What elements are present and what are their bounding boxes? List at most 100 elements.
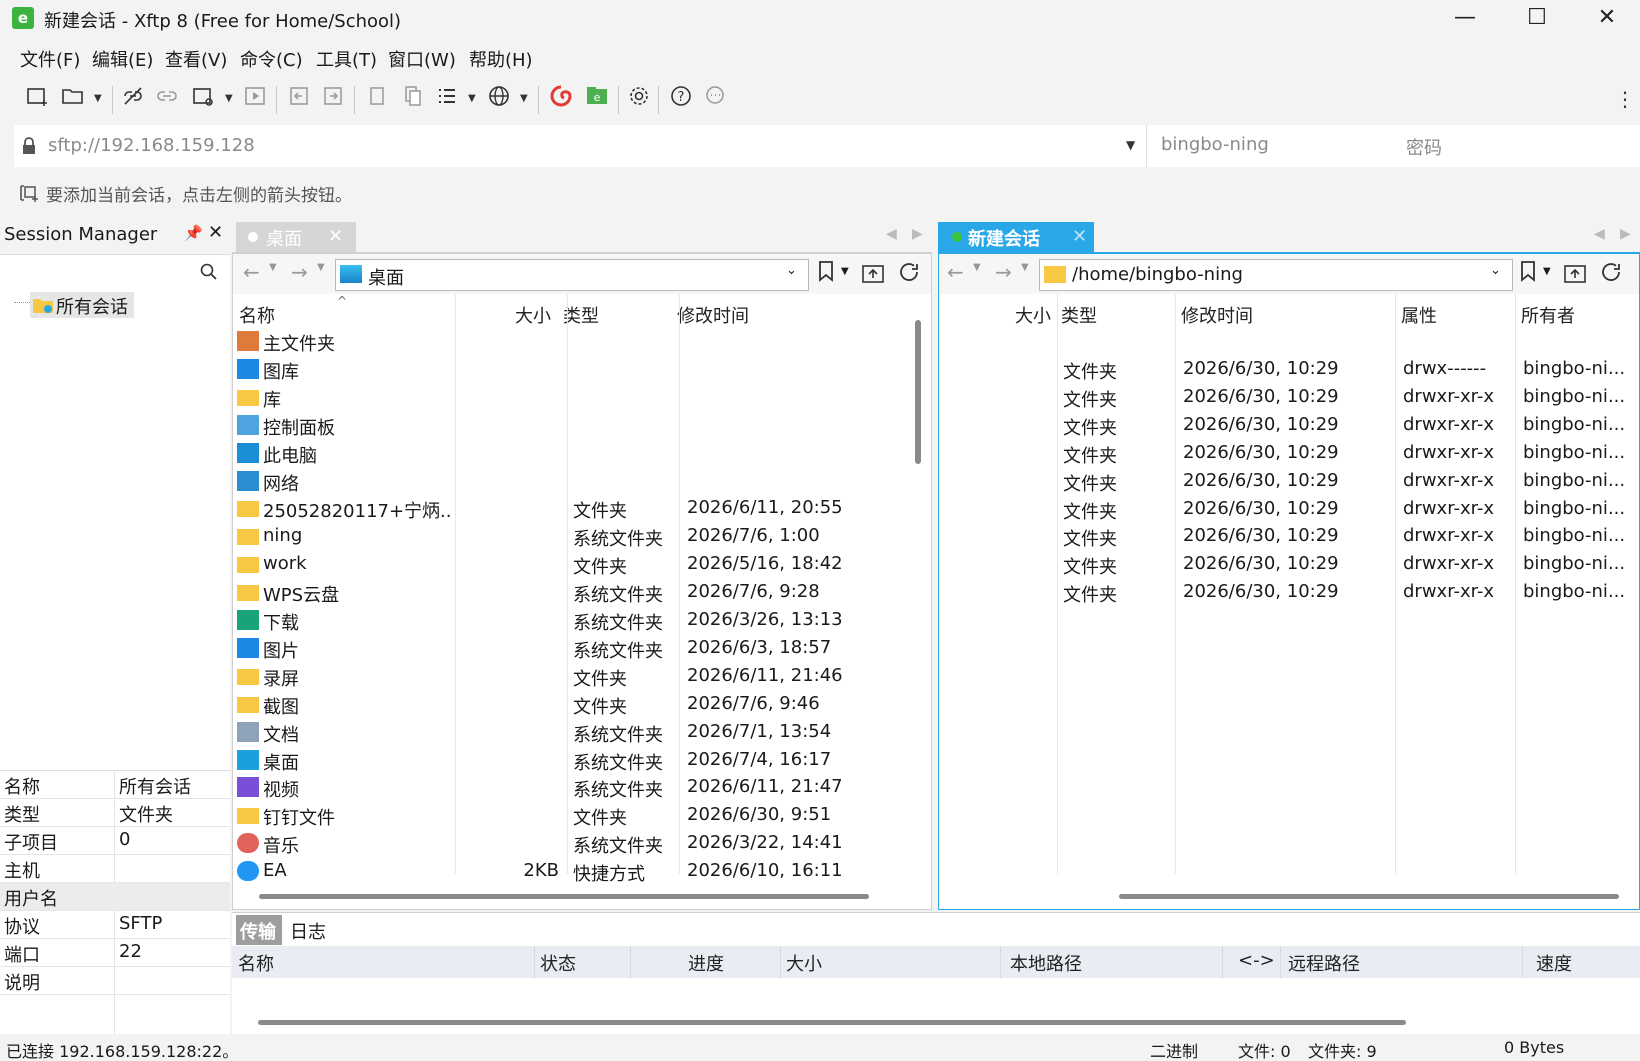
column-header-progress[interactable]: 进度	[688, 950, 724, 976]
list-view-icon[interactable]	[432, 84, 462, 114]
close-icon[interactable]: ✕	[208, 222, 223, 243]
column-header-type[interactable]: 类型	[563, 302, 599, 328]
vertical-scrollbar[interactable]	[915, 320, 921, 464]
table-row[interactable]: 图库	[233, 356, 909, 384]
column-header-speed[interactable]: 速度	[1536, 950, 1572, 976]
link-icon[interactable]	[152, 84, 182, 114]
table-row[interactable]: 此电脑	[233, 440, 909, 468]
table-row[interactable]: 控制面板	[233, 412, 909, 440]
chevron-down-icon[interactable]: ▼	[973, 262, 981, 273]
xshell-icon[interactable]	[546, 84, 576, 114]
table-row[interactable]: 文件夹 2026/6/30, 10:29 drwxr-xr-x bingbo-ni..…	[939, 440, 1639, 468]
tab-log[interactable]: 日志	[290, 918, 326, 944]
forward-arrow-icon[interactable]: →	[291, 260, 308, 284]
xftp-icon[interactable]: e	[582, 84, 612, 114]
table-row[interactable]: 视频 系统文件夹 2026/6/11, 21:47	[233, 774, 909, 802]
table-row[interactable]: 文件夹 2026/6/30, 10:29 drwxr-xr-x bingbo-ni..…	[939, 384, 1639, 412]
globe-icon[interactable]	[484, 84, 514, 114]
disconnect-icon[interactable]	[118, 84, 148, 114]
menu-view[interactable]: 查看(V)	[165, 46, 227, 72]
table-row[interactable]: 文件夹 2026/6/30, 10:29 drwxr-xr-x bingbo-ni..…	[939, 412, 1639, 440]
local-path-input[interactable]: 桌面 ⌄	[335, 259, 809, 291]
session-settings-icon[interactable]	[188, 84, 218, 114]
column-header-direction[interactable]: <->	[1238, 950, 1275, 971]
tab-scroll-left-icon[interactable]: ◀	[1594, 226, 1605, 242]
parent-folder-icon[interactable]	[1563, 262, 1587, 289]
minimize-button[interactable]: —	[1432, 0, 1498, 38]
column-header-size[interactable]: 大小	[1015, 302, 1051, 328]
chat-icon[interactable]	[700, 84, 730, 114]
chevron-down-icon[interactable]: ▼	[94, 84, 102, 114]
column-header-size[interactable]: 大小	[515, 302, 551, 328]
table-row[interactable]: 库	[233, 384, 909, 412]
table-row[interactable]: 下载 系统文件夹 2026/3/26, 13:13	[233, 607, 909, 635]
chevron-down-icon[interactable]: ▼	[841, 266, 849, 277]
table-row[interactable]: 25052820117+宁炳... 文件夹 2026/6/11, 20:55	[233, 495, 909, 523]
bookmark-icon[interactable]	[1519, 260, 1537, 287]
password-field[interactable]: 密码	[1398, 125, 1640, 167]
chevron-down-icon[interactable]: ▼	[468, 84, 476, 114]
tab-local-desktop[interactable]: 桌面 ✕	[236, 222, 356, 252]
horizontal-scrollbar[interactable]	[259, 894, 869, 899]
column-header-size[interactable]: 大小	[786, 950, 822, 976]
refresh-icon[interactable]	[897, 260, 921, 289]
table-row[interactable]: 主文件夹	[233, 328, 909, 356]
close-tab-icon[interactable]: ✕	[328, 226, 343, 247]
table-row[interactable]: 桌面 系统文件夹 2026/7/4, 16:17	[233, 747, 909, 775]
session-search-input[interactable]	[0, 254, 230, 290]
column-header-name[interactable]: 名称	[238, 950, 274, 976]
bookmark-icon[interactable]	[817, 260, 835, 287]
menu-file[interactable]: 文件(F)	[20, 46, 80, 72]
remote-path-input[interactable]: /home/bingbo-ning ⌄	[1039, 259, 1513, 291]
menu-help[interactable]: 帮助(H)	[469, 46, 533, 72]
tree-item-all-sessions[interactable]: 所有会话	[30, 292, 134, 318]
tab-remote-session[interactable]: 新建会话 ✕	[938, 222, 1094, 252]
column-header-local-path[interactable]: 本地路径	[1010, 950, 1082, 976]
horizontal-scrollbar[interactable]	[1119, 894, 1619, 899]
chevron-down-icon[interactable]: ⌄	[786, 263, 797, 278]
maximize-button[interactable]: ☐	[1504, 0, 1570, 38]
table-row[interactable]: 文件夹 2026/6/30, 10:29 drwxr-xr-x bingbo-ni..…	[939, 496, 1639, 524]
copy-icon[interactable]	[362, 84, 392, 114]
parent-folder-icon[interactable]	[861, 262, 885, 289]
table-row[interactable]: 文件夹 2026/6/30, 10:29 drwx------ bingbo-ni..…	[939, 356, 1639, 384]
tab-scroll-right-icon[interactable]: ▶	[912, 226, 923, 242]
search-icon[interactable]	[200, 263, 218, 286]
table-row[interactable]: EA 2KB 快捷方式 2026/6/10, 16:11	[233, 858, 909, 886]
paste-icon[interactable]	[398, 84, 428, 114]
table-row[interactable]: 图片 系统文件夹 2026/6/3, 18:57	[233, 635, 909, 663]
menu-edit[interactable]: 编辑(E)	[92, 46, 153, 72]
table-row[interactable]: 录屏 文件夹 2026/6/11, 21:46	[233, 663, 909, 691]
column-header-owner[interactable]: 所有者	[1521, 302, 1575, 328]
chevron-down-icon[interactable]: ▼	[269, 262, 277, 273]
host-input[interactable]: sftp://192.168.159.128	[48, 135, 255, 156]
menu-window[interactable]: 窗口(W)	[388, 46, 456, 72]
new-session-icon[interactable]	[22, 84, 52, 114]
gear-icon[interactable]	[624, 84, 654, 114]
table-row[interactable]: 网络	[233, 468, 909, 496]
table-row[interactable]: 文档 系统文件夹 2026/7/1, 13:54	[233, 719, 909, 747]
forward-arrow-icon[interactable]: →	[995, 260, 1012, 284]
chevron-down-icon[interactable]: ▼	[317, 262, 325, 273]
table-row[interactable]: 文件夹 2026/6/30, 10:29 drwxr-xr-x bingbo-ni..…	[939, 551, 1639, 579]
open-folder-icon[interactable]	[58, 84, 88, 114]
back-arrow-icon[interactable]: ←	[243, 260, 260, 284]
chevron-down-icon[interactable]: ▼	[1543, 266, 1551, 277]
column-header-mtime[interactable]: 修改时间	[1181, 302, 1253, 328]
back-arrow-icon[interactable]: ←	[947, 260, 964, 284]
table-row[interactable]: 音乐 系统文件夹 2026/3/22, 14:41	[233, 830, 909, 858]
table-row[interactable]: 文件夹 2026/6/30, 10:29 drwxr-xr-x bingbo-ni..…	[939, 523, 1639, 551]
download-right-icon[interactable]	[318, 84, 348, 114]
column-header-attr[interactable]: 属性	[1401, 302, 1437, 328]
column-header-status[interactable]: 状态	[540, 950, 576, 976]
username-field[interactable]: bingbo-ning	[1146, 125, 1386, 167]
column-header-name[interactable]: 名称	[239, 302, 275, 328]
address-bar[interactable]: sftp://192.168.159.128 ▼	[14, 125, 1640, 167]
refresh-icon[interactable]	[1599, 260, 1623, 289]
add-session-icon[interactable]	[18, 183, 40, 208]
more-options-icon[interactable]: ⋮	[1610, 84, 1640, 114]
chevron-down-icon[interactable]: ▼	[225, 84, 233, 114]
column-header-type[interactable]: 类型	[1061, 302, 1097, 328]
menu-tools[interactable]: 工具(T)	[316, 46, 377, 72]
chevron-down-icon[interactable]: ⌄	[1490, 263, 1501, 278]
